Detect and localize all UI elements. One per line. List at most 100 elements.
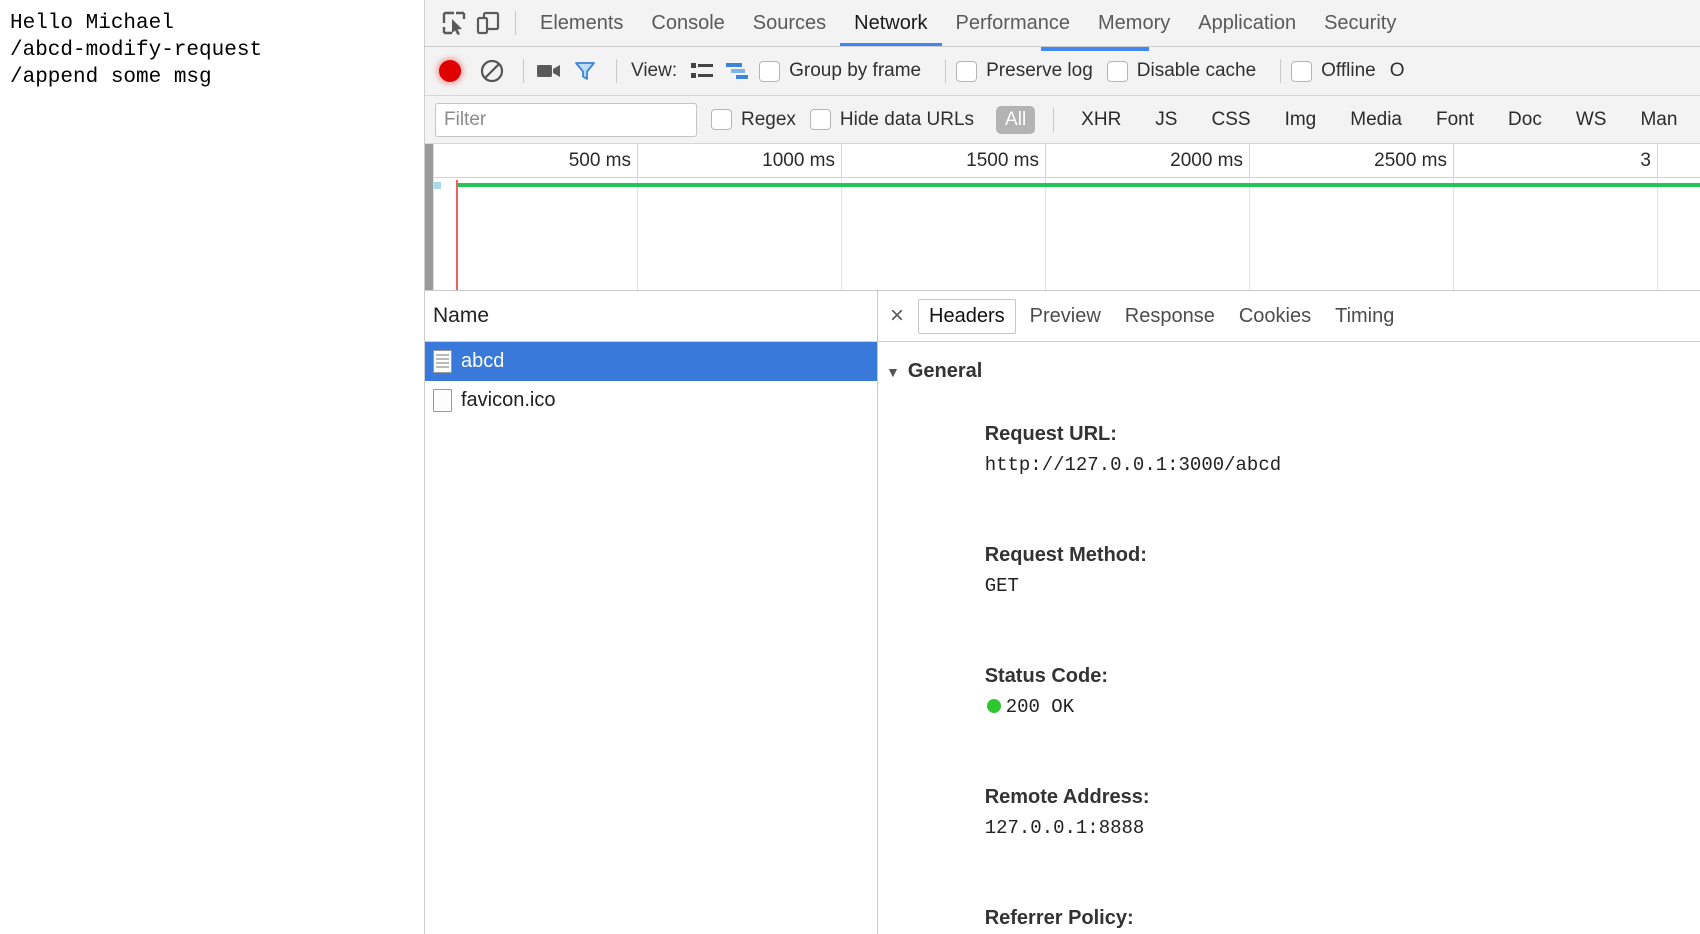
filter-icon[interactable]: [570, 56, 600, 86]
file-icon: [433, 389, 452, 412]
tick-1000: 1000 ms: [638, 144, 842, 177]
filter-type-doc[interactable]: Doc: [1499, 106, 1551, 134]
close-icon[interactable]: ×: [890, 304, 904, 328]
grid-col: [1454, 178, 1658, 290]
disable-cache-label: Disable cache: [1136, 60, 1257, 81]
filter-type-all[interactable]: All: [996, 105, 1036, 134]
filter-type-js[interactable]: JS: [1146, 106, 1186, 134]
tab-console[interactable]: Console: [637, 0, 738, 46]
headers-content: ▼ General Request URL: http://127.0.0.1:…: [878, 342, 1700, 934]
filterbar-divider: [1053, 107, 1055, 132]
page-line-3: /append some msg: [10, 66, 212, 89]
group-by-frame-checkbox[interactable]: Group by frame: [759, 60, 921, 82]
filter-type-css[interactable]: CSS: [1202, 106, 1259, 134]
header-key: Request Method:: [984, 544, 1147, 566]
filter-type-media[interactable]: Media: [1341, 106, 1411, 134]
loading-progress-bar: [1041, 47, 1149, 51]
tick-3000: 3: [1454, 144, 1658, 177]
checkbox-box[interactable]: [1106, 60, 1128, 82]
table-row[interactable]: abcd: [425, 342, 877, 381]
header-row-referrer-policy: Referrer Policy: no-referrer-when-downgr…: [886, 873, 1700, 934]
regex-checkbox[interactable]: Regex: [711, 109, 796, 131]
tab-preview[interactable]: Preview: [1020, 300, 1111, 333]
tab-timing[interactable]: Timing: [1325, 300, 1404, 333]
toolbar-divider-2: [523, 59, 524, 83]
table-row[interactable]: favicon.ico: [425, 381, 877, 420]
header-key: Request URL:: [984, 423, 1117, 445]
overview-dom-content-loaded-marker: [456, 180, 458, 290]
grid-col: [842, 178, 1046, 290]
record-button[interactable]: [439, 60, 461, 82]
requests-column-header-name[interactable]: Name: [425, 291, 877, 342]
tab-cookies[interactable]: Cookies: [1229, 300, 1321, 333]
header-row-request-url: Request URL: http://127.0.0.1:3000/abcd: [886, 389, 1700, 510]
filter-type-font[interactable]: Font: [1427, 106, 1483, 134]
tab-elements[interactable]: Elements: [526, 0, 637, 46]
clear-button[interactable]: [477, 56, 507, 86]
page-line-2: /abcd-modify-request: [10, 39, 263, 62]
offline-checkbox[interactable]: Offline: [1291, 60, 1376, 82]
chevron-down-icon[interactable]: ▼: [886, 364, 900, 380]
timeline-ruler: 500 ms 1000 ms 1500 ms 2000 ms 2500 ms 3: [434, 144, 1700, 178]
checkbox-box[interactable]: [956, 60, 978, 82]
inspect-element-icon[interactable]: [437, 6, 471, 40]
tab-sources[interactable]: Sources: [739, 0, 840, 46]
tick-2500: 2500 ms: [1250, 144, 1454, 177]
filter-type-xhr[interactable]: XHR: [1072, 106, 1130, 134]
status-ok-icon: [986, 699, 1001, 713]
checkbox-box[interactable]: [711, 109, 732, 130]
grid-col: [1250, 178, 1454, 290]
tick-500: 500 ms: [434, 144, 638, 177]
tab-network[interactable]: Network: [840, 0, 942, 46]
document-icon: [433, 350, 452, 373]
list-view-icon[interactable]: [687, 56, 717, 86]
toolbar-divider-5: [1280, 59, 1282, 83]
filter-type-ws[interactable]: WS: [1567, 106, 1616, 134]
throttling-select-truncated[interactable]: O: [1390, 60, 1405, 82]
tab-application[interactable]: Application: [1184, 0, 1310, 46]
header-row-request-method: Request Method: GET: [886, 510, 1700, 631]
overview-gridlines: [434, 178, 1700, 290]
checkbox-box[interactable]: [759, 60, 781, 82]
overview-load-line: [456, 183, 1700, 187]
overview-body[interactable]: 500 ms 1000 ms 1500 ms 2000 ms 2500 ms 3: [433, 144, 1700, 290]
toolbar-divider: [515, 11, 516, 35]
tab-security[interactable]: Security: [1310, 0, 1410, 46]
network-overview[interactable]: 500 ms 1000 ms 1500 ms 2000 ms 2500 ms 3: [425, 144, 1700, 291]
overview-scrollbar[interactable]: [425, 144, 433, 290]
filter-type-img[interactable]: Img: [1276, 106, 1326, 134]
section-general-header[interactable]: ▼ General: [886, 360, 1700, 383]
device-toolbar-icon[interactable]: [471, 6, 505, 40]
capture-screenshots-icon[interactable]: [534, 56, 564, 86]
grid-col: [638, 178, 842, 290]
network-filterbar: Regex Hide data URLs All XHR JS CSS Img …: [425, 96, 1700, 144]
filter-input[interactable]: [435, 102, 697, 137]
hide-data-urls-checkbox[interactable]: Hide data URLs: [809, 108, 975, 131]
request-name: abcd: [461, 350, 505, 372]
header-value: GET: [984, 575, 1019, 597]
hide-data-urls-label: Hide data URLs: [839, 108, 975, 130]
checkbox-box[interactable]: [809, 109, 831, 130]
preserve-log-checkbox[interactable]: Preserve log: [956, 60, 1093, 82]
waterfall-view-icon[interactable]: [723, 56, 753, 86]
header-row-remote-address: Remote Address: 127.0.0.1:8888: [886, 752, 1700, 873]
filter-type-manifest[interactable]: Man: [1631, 106, 1686, 134]
checkbox-box[interactable]: [1291, 60, 1313, 82]
header-row-status-code: Status Code: 200 OK: [886, 631, 1700, 752]
header-value: http://127.0.0.1:3000/abcd: [984, 454, 1282, 476]
overview-request-marker: [434, 182, 441, 189]
tick-1500: 1500 ms: [842, 144, 1046, 177]
tab-headers[interactable]: Headers: [918, 298, 1016, 334]
devtools-panel: Elements Console Sources Network Perform…: [424, 0, 1700, 934]
tab-performance[interactable]: Performance: [942, 0, 1085, 46]
header-key: Status Code:: [984, 665, 1109, 687]
regex-label: Regex: [741, 108, 796, 130]
offline-label: Offline: [1321, 60, 1376, 81]
disable-cache-checkbox[interactable]: Disable cache: [1106, 60, 1257, 82]
tab-response[interactable]: Response: [1115, 300, 1225, 333]
header-key: Remote Address:: [984, 786, 1150, 808]
tab-memory[interactable]: Memory: [1084, 0, 1184, 46]
section-title: General: [907, 360, 983, 382]
preserve-log-label: Preserve log: [986, 60, 1093, 81]
header-key: Referrer Policy:: [984, 907, 1134, 929]
